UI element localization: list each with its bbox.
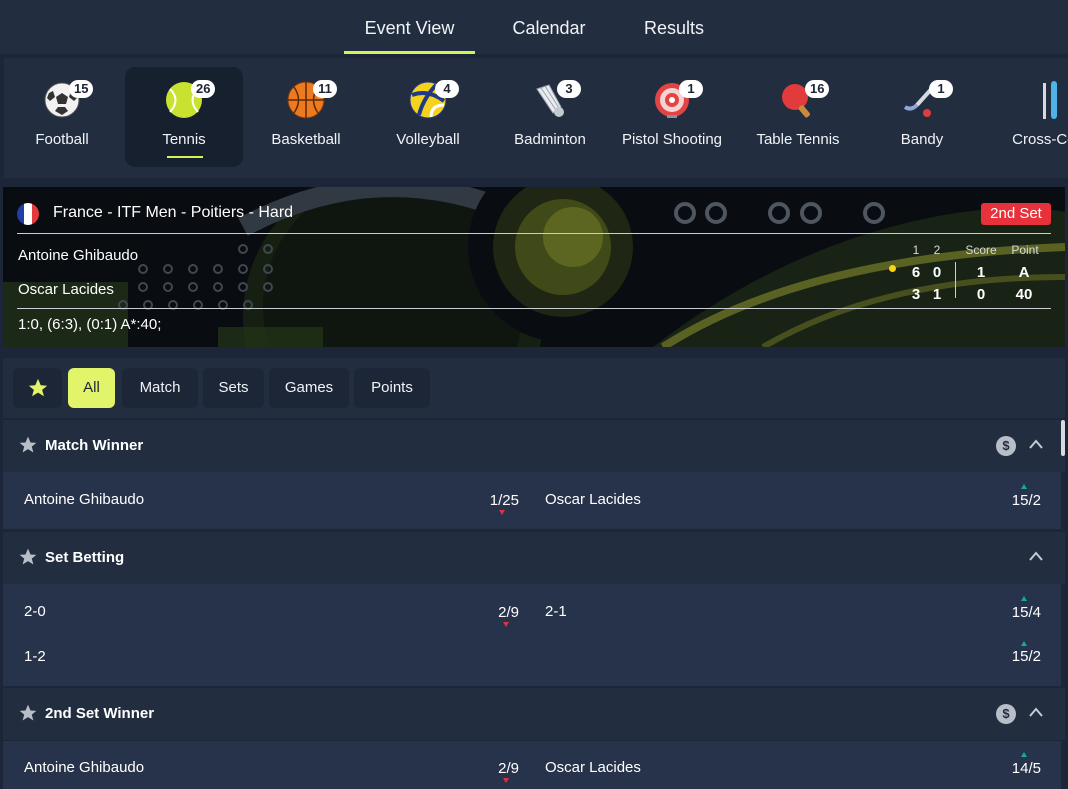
divider [17, 233, 1051, 234]
scrollbar[interactable] [1061, 420, 1065, 456]
sport-item-tennis[interactable]: 26 Tennis [125, 67, 243, 167]
top-navigation: Event View Calendar Results [0, 0, 1068, 54]
score-summary: 1:0, (6:3), (0:1) A*:40; [18, 316, 162, 333]
favorites-filter-button[interactable] [13, 368, 62, 408]
chevron-up-icon[interactable] [1028, 438, 1044, 450]
event-count-badge: 1 [679, 80, 703, 98]
odds-down-arrow-icon [503, 622, 509, 627]
player-1-name: Antoine Ghibaudo [18, 247, 139, 264]
p1-set1: 6 [911, 264, 921, 281]
dollar-icon[interactable]: $ [996, 436, 1016, 456]
star-icon [28, 378, 47, 397]
chevron-up-icon[interactable] [1028, 706, 1044, 718]
filter-sets[interactable]: Sets [203, 368, 264, 408]
star-icon[interactable] [18, 703, 38, 723]
event-count-badge: 3 [557, 80, 581, 98]
sport-item-basketball[interactable]: 11 Basketball [247, 67, 365, 167]
p2-set2: 1 [932, 286, 942, 303]
market-body-set-betting: 2-0 2/9 2-1 15/4 1-2 15/2 [3, 584, 1061, 686]
selection-name[interactable]: Oscar Lacides [545, 491, 641, 508]
ski-icon [1043, 81, 1057, 119]
event-count-badge: 1 [929, 80, 953, 98]
star-icon[interactable] [18, 547, 38, 567]
player-2-name: Oscar Lacides [18, 281, 114, 298]
event-count-badge: 16 [805, 80, 830, 98]
sport-item-table-tennis[interactable]: 16 Table Tennis [739, 67, 857, 167]
selection-odds[interactable]: 15/2 [985, 648, 1041, 665]
selection-odds[interactable]: 2/9 [463, 604, 519, 621]
point-header: Point [1011, 243, 1039, 257]
p2-score: 0 [976, 286, 986, 303]
p1-point: A [1018, 264, 1030, 281]
tab-event-view[interactable]: Event View [344, 0, 475, 54]
sports-carousel: 15 Football 26 Tennis 11 Basketball 4 Vo… [4, 58, 1068, 178]
market-header-2nd-set-winner[interactable]: 2nd Set Winner $ [3, 688, 1065, 740]
set-2-header: 2 [933, 243, 941, 257]
sport-item-volleyball[interactable]: 4 Volleyball [369, 67, 487, 167]
league-title: France - ITF Men - Poitiers - Hard [53, 204, 294, 221]
tab-calendar[interactable]: Calendar [490, 0, 608, 54]
selection-odds[interactable]: 15/4 [985, 604, 1041, 621]
sport-item-pistol-shooting[interactable]: 1 Pistol Shooting [613, 67, 731, 167]
star-icon[interactable] [18, 435, 38, 455]
france-flag-icon [17, 203, 39, 225]
score-header: Score [965, 243, 997, 257]
p2-point: 40 [1015, 286, 1033, 303]
sport-label: Cross-Cou [1012, 131, 1068, 148]
selection-name[interactable]: Antoine Ghibaudo [24, 491, 144, 508]
divider [17, 308, 1051, 309]
filter-points[interactable]: Points [354, 368, 430, 408]
selection-name[interactable]: Oscar Lacides [545, 759, 641, 776]
p2-set1: 3 [911, 286, 921, 303]
sport-item-football[interactable]: 15 Football [4, 67, 121, 167]
odds-up-arrow-icon [1021, 752, 1027, 757]
selection-name[interactable]: 1-2 [24, 648, 46, 665]
market-title: Match Winner [45, 437, 144, 454]
serving-indicator-icon [889, 265, 896, 272]
filter-games[interactable]: Games [269, 368, 349, 408]
market-header-set-betting[interactable]: Set Betting [3, 532, 1065, 584]
divider [955, 262, 956, 298]
sport-item-badminton[interactable]: 3 Badminton [491, 67, 609, 167]
live-scoreboard: France - ITF Men - Poitiers - Hard 2nd S… [3, 187, 1065, 347]
event-count-badge: 4 [435, 80, 459, 98]
dollar-icon[interactable]: $ [996, 704, 1016, 724]
selection-odds[interactable]: 2/9 [463, 760, 519, 777]
chevron-up-icon[interactable] [1028, 550, 1044, 562]
event-count-badge: 15 [69, 80, 94, 98]
market-body-match-winner: Antoine Ghibaudo 1/25 Oscar Lacides 15/2 [3, 472, 1061, 529]
event-count-badge: 11 [313, 80, 337, 98]
market-title: Set Betting [45, 549, 125, 566]
event-count-badge: 26 [191, 80, 216, 98]
p1-set2: 0 [932, 264, 942, 281]
p1-score: 1 [976, 264, 986, 281]
market-title: 2nd Set Winner [45, 705, 155, 722]
odds-up-arrow-icon [1021, 641, 1027, 646]
odds-down-arrow-icon [503, 778, 509, 783]
tab-results[interactable]: Results [622, 0, 726, 54]
sport-item-bandy[interactable]: 1 Bandy [863, 67, 981, 167]
odds-up-arrow-icon [1021, 596, 1027, 601]
selection-name[interactable]: Antoine Ghibaudo [24, 759, 144, 776]
filter-all[interactable]: All [68, 368, 115, 408]
selection-odds[interactable]: 14/5 [985, 760, 1041, 777]
filter-match[interactable]: Match [122, 368, 198, 408]
selection-odds[interactable]: 15/2 [985, 492, 1041, 509]
market-filter-bar: All Match Sets Games Points [3, 358, 1065, 418]
set-1-header: 1 [912, 243, 920, 257]
market-body-2nd-set-winner: Antoine Ghibaudo 2/9 Oscar Lacides 14/5 [3, 741, 1061, 789]
market-header-match-winner[interactable]: Match Winner $ [3, 420, 1065, 472]
live-status-badge: 2nd Set [981, 203, 1051, 225]
selection-name[interactable]: 2-1 [545, 603, 567, 620]
selection-name[interactable]: 2-0 [24, 603, 46, 620]
sport-item-cross-country[interactable]: Cross-Cou [989, 67, 1068, 167]
odds-up-arrow-icon [1021, 484, 1027, 489]
odds-down-arrow-icon [499, 510, 505, 515]
selection-odds[interactable]: 1/25 [463, 492, 519, 509]
